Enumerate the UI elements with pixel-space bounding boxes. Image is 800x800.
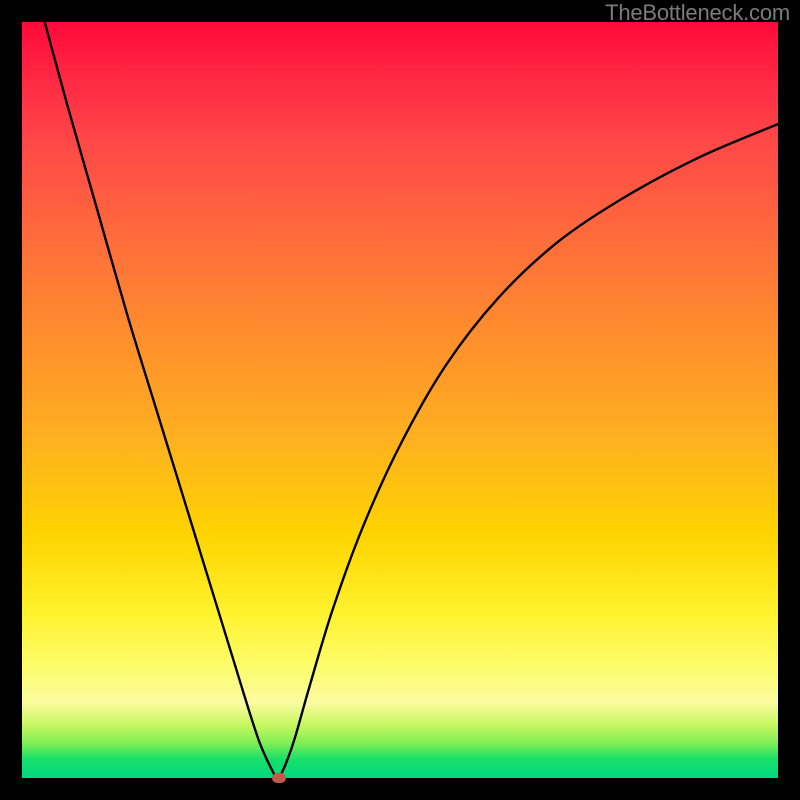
plot-area bbox=[22, 22, 778, 778]
chart-frame: TheBottleneck.com bbox=[0, 0, 800, 800]
bottleneck-curve bbox=[22, 22, 778, 778]
watermark-label: TheBottleneck.com bbox=[605, 0, 790, 26]
optimum-marker bbox=[272, 773, 286, 783]
